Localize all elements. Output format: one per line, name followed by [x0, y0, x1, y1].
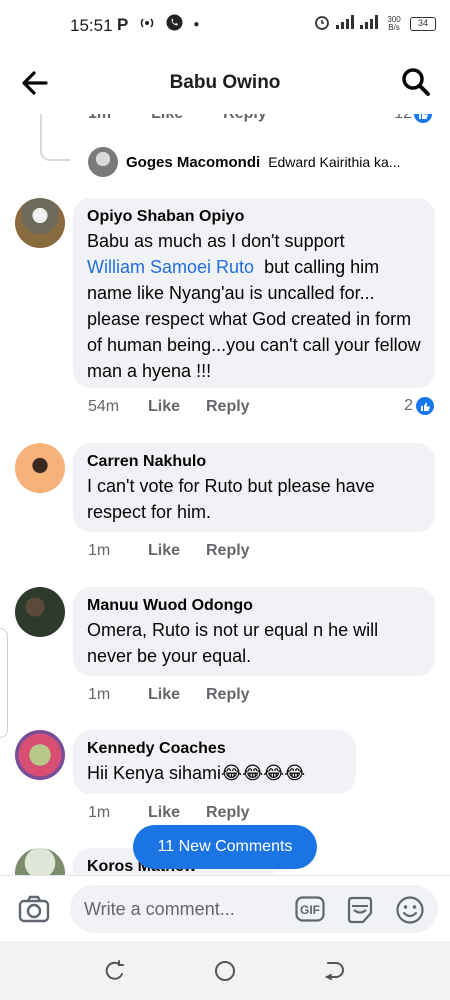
parking-icon: P: [117, 14, 129, 34]
search-button[interactable]: [400, 66, 432, 98]
reply-button[interactable]: Reply: [206, 398, 250, 416]
reaction-count[interactable]: 2: [404, 397, 434, 415]
comment-actions: 1m Like Reply: [88, 804, 250, 822]
back-nav-button[interactable]: [322, 959, 346, 983]
comment-time: 1m: [88, 804, 111, 821]
signal-4g-icon: [360, 15, 378, 32]
reply-author-name[interactable]: Goges Macomondi: [126, 154, 260, 171]
avatar[interactable]: [15, 198, 65, 248]
avatar[interactable]: [15, 587, 65, 637]
comment-actions: 1m Like Reply: [88, 686, 250, 704]
sticker-button[interactable]: [345, 895, 375, 925]
emoji-icon: [396, 896, 424, 924]
system-nav-bar: [0, 941, 450, 1000]
avatar[interactable]: [88, 147, 118, 177]
comment-text: Hii Kenya sihami😂😂😂😂: [87, 763, 306, 783]
dot-icon: ●: [193, 19, 200, 30]
reply-button[interactable]: Reply: [206, 686, 250, 704]
reply-preview[interactable]: Goges Macomondi Edward Kairithia ka...: [88, 146, 400, 178]
home-button[interactable]: [213, 959, 237, 983]
reply-button[interactable]: Reply: [206, 542, 250, 560]
avatar[interactable]: [15, 730, 65, 780]
home-circle-icon: [215, 961, 235, 981]
avatar[interactable]: [15, 443, 65, 493]
comment-author-name[interactable]: Opiyo Shaban Opiyo: [87, 206, 421, 228]
comment-input-container[interactable]: GIF: [70, 885, 438, 933]
comment-actions: 1m Like Reply: [88, 542, 250, 560]
comment-text: Omera, Ruto is not ur equal n he will ne…: [87, 620, 379, 666]
emoji-button[interactable]: [395, 895, 425, 925]
status-bar: 15:51 P ● 300 B/s 34: [0, 0, 450, 52]
like-button[interactable]: Like: [148, 542, 206, 560]
gif-icon: GIF: [295, 896, 325, 922]
whatsapp-icon: [166, 14, 183, 35]
comment-time: 54m: [88, 398, 120, 415]
battery-indicator: 34: [410, 16, 436, 31]
comments-feed[interactable]: 1m Like Reply 12 Goges Macomondi Edward …: [0, 100, 450, 875]
hotspot-icon: [138, 16, 156, 34]
comment-bubble[interactable]: Carren Nakhulo I can't vote for Ruto but…: [73, 443, 435, 532]
avatar[interactable]: [15, 848, 65, 875]
mention-link[interactable]: William Samoei Ruto: [87, 257, 254, 277]
like-button[interactable]: Like: [148, 398, 206, 416]
comment-bubble[interactable]: Manuu Wuod Odongo Omera, Ruto is not ur …: [73, 587, 435, 676]
recents-icon: [105, 960, 124, 980]
edge-panel-handle[interactable]: [0, 628, 8, 738]
comment-actions: 54m Like Reply: [88, 398, 250, 416]
alarm-icon: [314, 14, 330, 33]
status-time: 15:51: [70, 16, 113, 35]
comment-time: 1m: [88, 542, 111, 559]
comment-time: 1m: [88, 686, 111, 703]
svg-text:GIF: GIF: [300, 903, 320, 917]
reply-button[interactable]: Reply: [206, 804, 250, 822]
page-title: Babu Owino: [169, 72, 281, 93]
comment-author-name[interactable]: Kennedy Coaches: [87, 738, 342, 760]
search-icon: [402, 68, 430, 96]
thread-connector: [40, 114, 70, 161]
signal-icon: [336, 15, 354, 32]
reply-snippet: Edward Kairithia ka...: [268, 154, 401, 170]
gif-button[interactable]: GIF: [295, 896, 325, 922]
back-nav-icon: [324, 962, 344, 980]
comment-bubble[interactable]: Opiyo Shaban Opiyo Babu as much as I don…: [73, 198, 435, 388]
like-button[interactable]: Like: [148, 804, 206, 822]
recents-button[interactable]: [103, 959, 127, 983]
comment-text: Babu as much as I don't support William S…: [87, 231, 421, 381]
comment-author-name[interactable]: Manuu Wuod Odongo: [87, 595, 421, 617]
camera-button[interactable]: [18, 893, 50, 925]
comment-text: I can't vote for Ruto but please have re…: [87, 476, 375, 522]
network-speed: 300 B/s: [387, 14, 401, 32]
new-comments-button[interactable]: 11 New Comments: [133, 825, 317, 869]
comment-author-name[interactable]: Carren Nakhulo: [87, 451, 421, 473]
app-header: Babu Owino: [0, 52, 450, 114]
comment-bubble[interactable]: Kennedy Coaches Hii Kenya sihami😂😂😂😂: [73, 730, 356, 794]
sticker-icon: [347, 896, 373, 924]
comment-input[interactable]: [84, 885, 294, 933]
comment-composer: GIF: [0, 875, 450, 941]
camera-icon: [18, 895, 50, 923]
like-button[interactable]: Like: [148, 686, 206, 704]
like-reaction-icon: [416, 397, 434, 415]
